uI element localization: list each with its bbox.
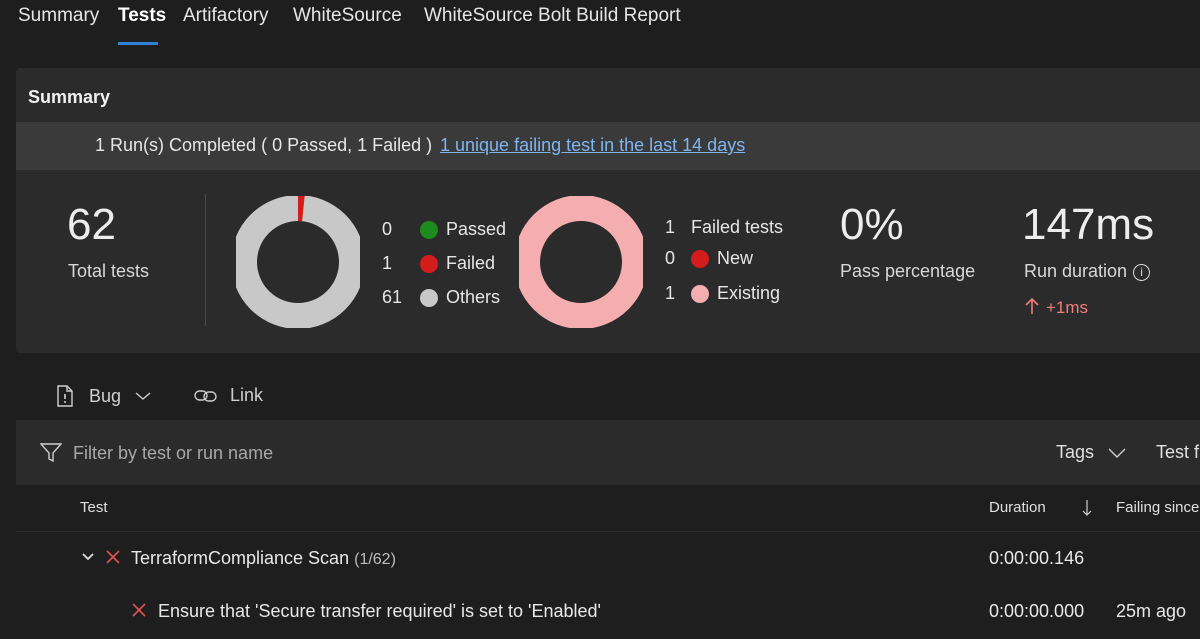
- arrow-up-icon: [1025, 297, 1039, 314]
- chevron-down-icon: [135, 392, 151, 400]
- group-title: TerraformCompliance Scan: [131, 548, 350, 568]
- chevron-down-icon[interactable]: [82, 553, 94, 561]
- legend-passed: 0 Passed: [382, 219, 506, 240]
- legend-others: 61 Others: [382, 287, 500, 308]
- run-duration-label-wrap: Run duration i: [1024, 261, 1151, 282]
- bug-button[interactable]: Bug: [55, 385, 151, 407]
- group-count: (1/62): [354, 551, 396, 568]
- summary-title: Summary: [28, 87, 111, 107]
- failed-tests-count: 1: [665, 217, 676, 237]
- run-status-text: 1 Run(s) Completed ( 0 Passed, 1 Failed …: [95, 135, 433, 155]
- tags-label: Tags: [1056, 442, 1095, 462]
- new-count: 0: [665, 248, 676, 268]
- existing-dot-icon: [691, 284, 709, 303]
- column-header-test[interactable]: Test: [80, 499, 108, 516]
- link-button[interactable]: Link: [194, 385, 263, 406]
- action-toolbar: Bug Link: [0, 375, 1200, 419]
- summary-card: Summary 1 Run(s) Completed ( 0 Passed, 1…: [16, 68, 1200, 353]
- existing-count: 1: [665, 283, 676, 303]
- column-header-duration[interactable]: Duration: [989, 499, 1046, 516]
- tab-artifactory[interactable]: Artifactory: [183, 5, 269, 27]
- tab-whitesource[interactable]: WhiteSource: [293, 5, 402, 27]
- new-dot-icon: [691, 249, 709, 268]
- passed-dot-icon: [420, 220, 438, 239]
- test-duration: 0:00:00.000: [989, 601, 1085, 621]
- legend-failed: 1 Failed: [382, 253, 495, 274]
- run-duration-value: 147ms: [1022, 200, 1155, 249]
- run-status-bar: 1 Run(s) Completed ( 0 Passed, 1 Failed …: [16, 122, 1200, 170]
- failed-tests-label: Failed tests: [691, 217, 784, 237]
- table-row[interactable]: Ensure that 'Secure transfer required' i…: [16, 587, 1200, 639]
- others-label: Others: [446, 287, 501, 307]
- run-duration-delta: +1ms: [1024, 297, 1088, 318]
- failed-donut-chart: [519, 196, 643, 328]
- active-tab-indicator: [118, 42, 158, 45]
- table-row-group[interactable]: TerraformCompliance Scan (1/62) 0:00:00.…: [16, 534, 1200, 586]
- passed-count: 0: [382, 219, 393, 239]
- test-failing-since: 25m ago: [1116, 601, 1187, 621]
- filter-icon: [40, 443, 62, 463]
- existing-label: Existing: [717, 283, 781, 303]
- test-filter-dropdown[interactable]: Test f: [1156, 442, 1199, 463]
- tab-bar: Summary Tests Artifactory WhiteSource Wh…: [0, 0, 1200, 48]
- failed-label: Failed: [446, 253, 496, 273]
- failed-count: 1: [382, 253, 393, 273]
- failing-tests-link[interactable]: 1 unique failing test in the last 14 day…: [440, 135, 745, 156]
- table-header: Test Duration Failing since: [16, 486, 1200, 532]
- chevron-down-icon: [1108, 448, 1126, 458]
- legend-existing: 1 Existing: [665, 283, 780, 304]
- donut-existing-segment: [519, 196, 643, 328]
- link-icon: [194, 389, 217, 402]
- test-name: Ensure that 'Secure transfer required' i…: [158, 601, 601, 621]
- pass-percentage-label: Pass percentage: [840, 261, 976, 281]
- filter-bar: Filter by test or run name Tags Test f: [16, 420, 1200, 485]
- link-label: Link: [230, 385, 264, 405]
- total-tests-value: 62: [67, 200, 116, 249]
- legend-new: 0 New: [665, 248, 753, 269]
- delta-value: +1ms: [1046, 298, 1089, 317]
- legend-failed-tests: 1 Failed tests: [665, 217, 783, 238]
- outcome-donut-chart: [236, 196, 360, 328]
- sort-down-icon[interactable]: [1082, 499, 1092, 517]
- tab-tests[interactable]: Tests: [118, 5, 166, 27]
- column-header-failing-since[interactable]: Failing since: [1116, 499, 1199, 516]
- pass-percentage-value: 0%: [840, 200, 904, 249]
- group-name: TerraformCompliance Scan (1/62): [131, 548, 396, 569]
- donut-others-segment: [236, 196, 360, 328]
- failed-x-icon: [132, 603, 146, 617]
- divider: [205, 194, 206, 326]
- info-icon[interactable]: i: [1133, 263, 1151, 281]
- failed-x-icon: [106, 550, 120, 564]
- new-label: New: [717, 248, 754, 268]
- failed-dot-icon: [420, 254, 438, 273]
- bug-label: Bug: [89, 385, 122, 406]
- passed-label: Passed: [446, 219, 507, 239]
- bug-document-icon: [57, 385, 73, 407]
- others-dot-icon: [420, 288, 438, 307]
- total-tests-label: Total tests: [68, 261, 150, 281]
- tab-whitesource-bolt[interactable]: WhiteSource Bolt Build Report: [424, 5, 681, 27]
- filter-input[interactable]: Filter by test or run name: [73, 443, 273, 464]
- group-duration: 0:00:00.146: [989, 548, 1085, 568]
- others-count: 61: [382, 287, 403, 307]
- tags-dropdown[interactable]: Tags: [1056, 442, 1126, 463]
- run-duration-label: Run duration: [1024, 261, 1128, 281]
- tab-summary[interactable]: Summary: [18, 5, 99, 27]
